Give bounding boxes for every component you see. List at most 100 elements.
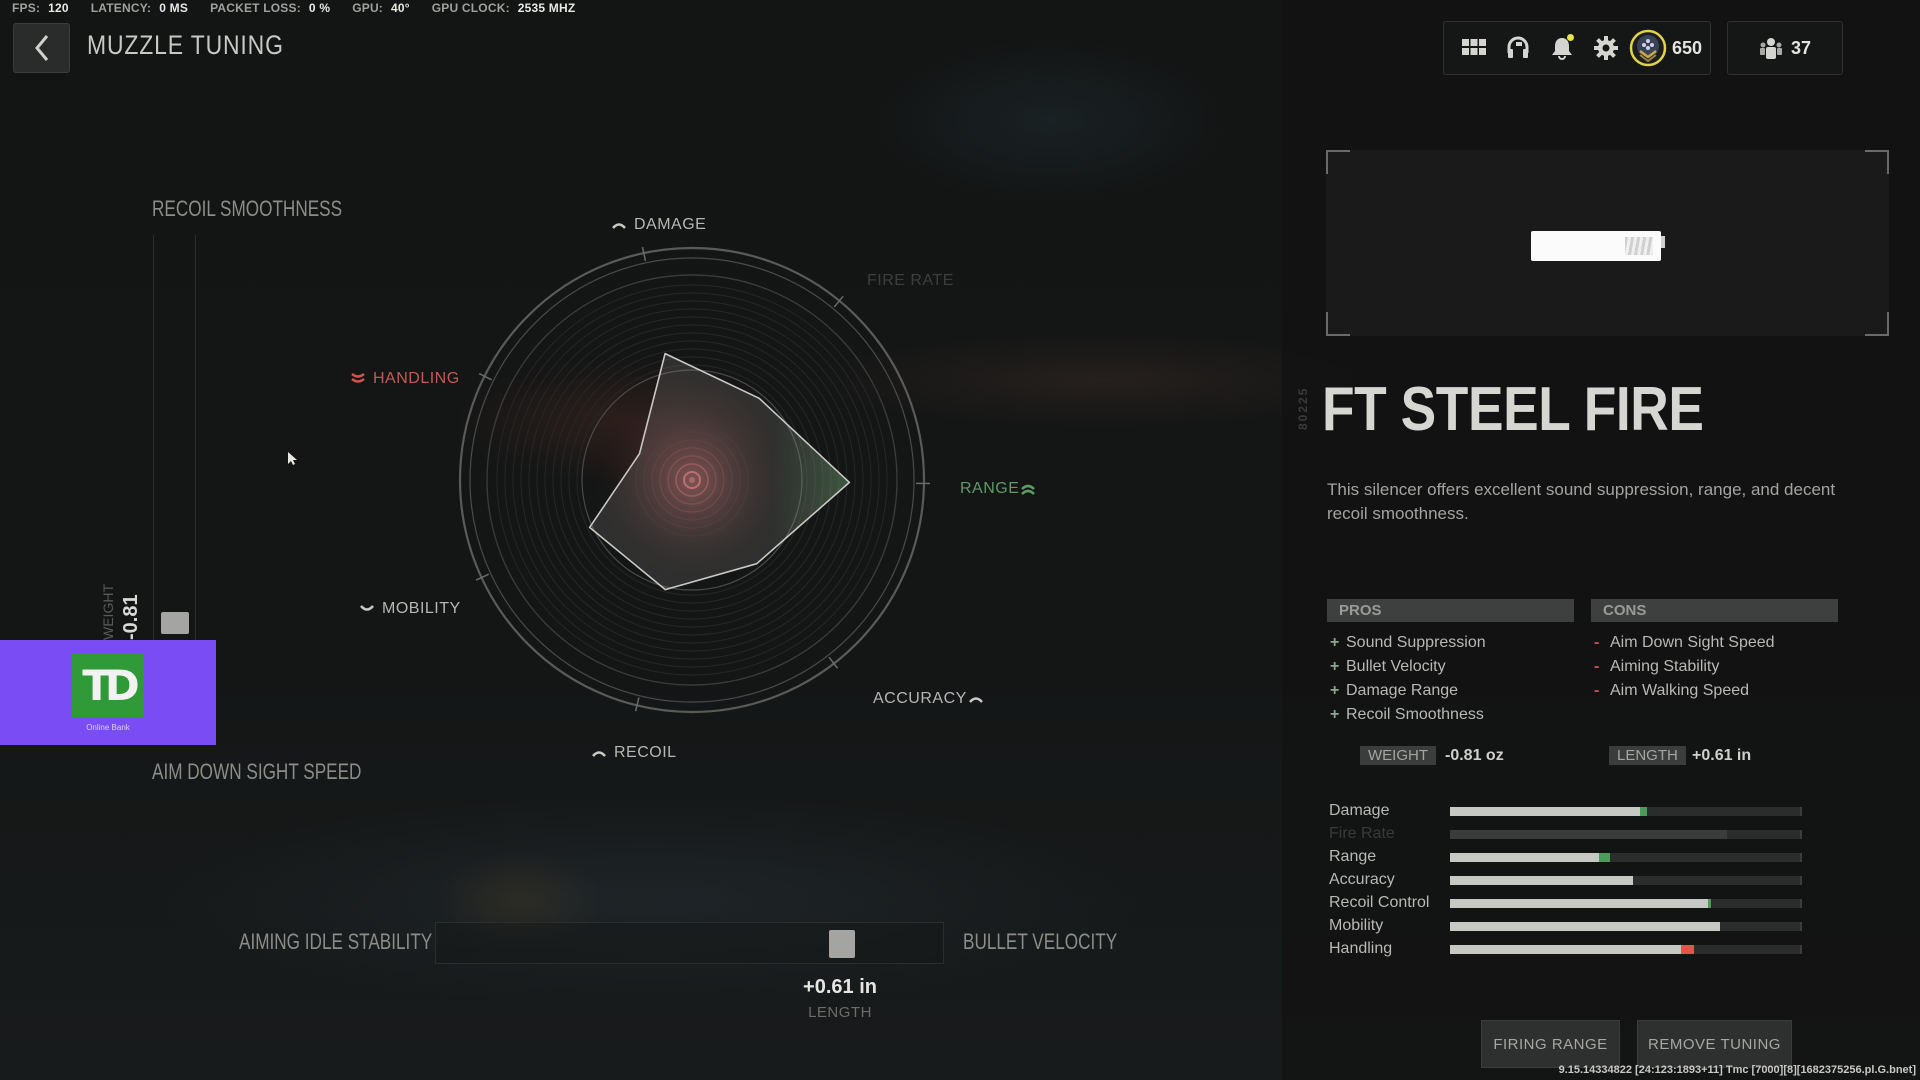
back-button[interactable]: [13, 23, 70, 73]
item-text: Aim Down Sight Speed: [1610, 634, 1775, 651]
horizontal-slider-unit-label: LENGTH: [808, 1004, 872, 1021]
weight-label: WEIGHT: [1360, 746, 1436, 765]
length-value: +0.61 in: [1692, 747, 1752, 764]
top-toolbar: 650: [1443, 21, 1711, 75]
arc-icon: [592, 751, 606, 757]
pro-item: + Damage Range: [1330, 679, 1486, 703]
horizontal-slider-value: +0.61 in: [803, 976, 877, 998]
vertical-tuning-slider-track[interactable]: [153, 235, 196, 655]
settings-button[interactable]: [1584, 26, 1628, 70]
remove-tuning-button[interactable]: REMOVE TUNING: [1637, 1020, 1792, 1068]
plus-icon: +: [1330, 706, 1340, 723]
radar-label-handling: HANDLING: [351, 370, 460, 388]
con-item: - Aim Walking Speed: [1594, 679, 1775, 703]
cons-list: - Aim Down Sight Speed - Aiming Stability - A…: [1594, 631, 1775, 703]
item-text: Sound Suppression: [1346, 634, 1486, 651]
vertical-slider-unit-label: WEIGHT: [100, 584, 116, 640]
firing-range-button[interactable]: FIRING RANGE: [1481, 1020, 1620, 1068]
perf-value: 40°: [391, 1, 410, 15]
radar-label-recoil: RECOIL: [592, 744, 677, 762]
rank-badge[interactable]: [1628, 26, 1668, 70]
party-button[interactable]: 37: [1727, 21, 1843, 75]
page-title: MUZZLE TUNING: [87, 30, 284, 60]
attachment-serial: 80225: [1296, 386, 1310, 430]
audio-chat-button[interactable]: [1496, 26, 1540, 70]
sponsor-ad-overlay[interactable]: TD Online Bank: [0, 640, 216, 745]
stat-bar-positive-modifier: [1599, 852, 1610, 862]
radar-label-accuracy: ACCURACY: [873, 690, 983, 708]
plus-icon: +: [1330, 682, 1340, 699]
item-text: Aiming Stability: [1610, 658, 1720, 675]
stat-name: Mobility: [1329, 917, 1384, 934]
stat-bar-fill: [1450, 944, 1681, 954]
weight-value: -0.81 oz: [1445, 747, 1504, 764]
gear-icon: [1594, 36, 1618, 60]
stat-row: Mobility: [1329, 915, 1802, 937]
stat-bar: [1450, 944, 1802, 954]
frame-corner: [1865, 150, 1889, 174]
minus-icon: -: [1594, 682, 1600, 699]
notification-dot: [1567, 34, 1574, 41]
stat-name: Recoil Control: [1329, 894, 1430, 911]
performance-overlay: FPS: 120 LATENCY: 0 MS PACKET LOSS: 0 % GPU: 40…: [12, 1, 597, 15]
stat-row: Damage: [1329, 800, 1802, 822]
stat-row: Fire Rate: [1329, 823, 1802, 845]
vertical-slider-value: -0.81: [120, 594, 142, 640]
horizontal-tuning-slider-handle[interactable]: [829, 930, 856, 958]
horizontal-tuning-slider-track[interactable]: [435, 922, 944, 964]
stat-bar-fill: [1450, 829, 1728, 839]
stat-bar-fill: [1450, 875, 1633, 885]
stat-row: Accuracy: [1329, 869, 1802, 891]
stat-name: Damage: [1329, 802, 1390, 819]
double-chevron-down-icon: [351, 373, 365, 383]
stat-bar: [1450, 852, 1802, 862]
stat-row: Range: [1329, 846, 1802, 868]
radar-label-mobility: MOBILITY: [360, 600, 461, 618]
silencer-image: [1531, 231, 1665, 261]
perf-label: GPU CLOCK:: [431, 1, 510, 15]
stat-bar-fill: [1450, 806, 1640, 816]
radar-label-range: RANGE: [960, 480, 1036, 498]
perf-label: GPU:: [352, 1, 384, 15]
perf-value: 0 %: [308, 1, 331, 15]
perf-value: 120: [48, 1, 69, 15]
radar-label-fire-rate: FIRE RATE: [867, 272, 954, 289]
item-text: Damage Range: [1346, 682, 1459, 699]
pro-item: + Recoil Smoothness: [1330, 703, 1486, 727]
frame-corner: [1326, 312, 1350, 336]
attachment-preview: [1326, 150, 1889, 336]
pros-header: PROS: [1327, 599, 1574, 622]
cod-points-value: 650: [1672, 37, 1703, 58]
stat-bar: [1450, 921, 1802, 931]
item-text: Aim Walking Speed: [1610, 682, 1750, 699]
frame-corner: [1326, 150, 1350, 174]
frame-corner: [1865, 312, 1889, 336]
attachment-description: This silencer offers excellent sound sup…: [1327, 480, 1836, 523]
notifications-button[interactable]: [1540, 26, 1584, 70]
pro-item: + Bullet Velocity: [1330, 655, 1486, 679]
stat-name: Handling: [1329, 940, 1393, 957]
menu-grid-button[interactable]: [1452, 26, 1496, 70]
stat-name: Range: [1329, 848, 1377, 865]
rank-badge-icon: [1629, 29, 1667, 67]
double-chevron-up-icon: [1021, 484, 1036, 495]
plus-icon: +: [1330, 634, 1340, 651]
build-version-string: 9.15.14334822 [24:123:1893+11] Tmc [7000…: [1558, 1064, 1916, 1076]
pros-list: + Sound Suppression + Bullet Velocity + Damag…: [1330, 631, 1486, 727]
stat-bar: [1450, 829, 1802, 839]
perf-label: LATENCY:: [90, 1, 152, 15]
vertical-axis-top-label: RECOIL SMOOTHNESS: [152, 196, 343, 221]
vertical-tuning-slider-handle[interactable]: [161, 612, 189, 635]
minus-icon: -: [1594, 658, 1600, 675]
plus-icon: +: [1330, 658, 1340, 675]
perf-value: 0 MS: [159, 1, 189, 15]
perf-label: FPS:: [12, 1, 41, 15]
chevron-left-icon: [34, 35, 48, 61]
grid-menu-icon: [1462, 39, 1486, 55]
ad-caption: Online Bank: [86, 723, 130, 732]
td-logo: TD: [72, 653, 144, 717]
radar-label-damage: DAMAGE: [612, 216, 706, 234]
stat-bar-negative-modifier: [1680, 944, 1694, 954]
con-item: - Aiming Stability: [1594, 655, 1775, 679]
cons-header: CONS: [1591, 599, 1838, 622]
